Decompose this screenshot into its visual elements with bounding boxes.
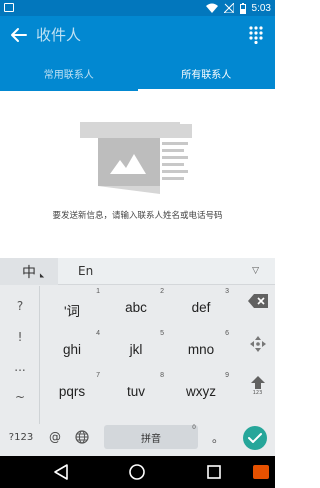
ime-chinese-toggle[interactable]: 中 [0, 258, 58, 285]
signal-off-icon [223, 3, 234, 13]
key-3[interactable]: def 3 [171, 288, 231, 326]
ime-menu-indicator-icon [37, 273, 45, 280]
key-number: 8 [160, 372, 164, 379]
shift-key[interactable]: 123 [240, 376, 275, 396]
contact-tabs: 常用联系人 所有联系人 [0, 55, 275, 91]
key-label: wxyz [186, 384, 216, 399]
space-label: 拼音 [141, 433, 161, 445]
keyboard-toolbar: 中 En ▽ [0, 258, 275, 285]
dialpad-icon[interactable] [249, 26, 263, 44]
cursor-move-key[interactable] [240, 336, 275, 352]
enter-key[interactable] [243, 426, 267, 450]
key-label: def [191, 300, 211, 315]
enter-check-icon [248, 433, 262, 443]
key-label: '词 [63, 304, 81, 319]
space-number: 0 [192, 424, 196, 431]
key-number: 7 [96, 372, 100, 379]
key-number: 5 [160, 330, 164, 337]
period-key[interactable]: 。 [206, 418, 230, 456]
key-number: 1 [96, 288, 100, 295]
backspace-key[interactable] [240, 294, 275, 308]
symbols-key[interactable]: ?123 [2, 418, 40, 456]
side-key-tilde[interactable]: ~ [0, 390, 40, 404]
action-column: 123 [240, 286, 275, 424]
navigation-bar [0, 456, 275, 488]
key-number: 3 [225, 288, 229, 295]
no-messages-illustration [80, 122, 192, 194]
globe-icon [75, 430, 89, 444]
status-time: 5:03 [251, 2, 271, 14]
key-number: 4 [96, 330, 100, 337]
key-label: abc [125, 300, 147, 315]
back-arrow-icon[interactable] [8, 24, 30, 46]
recipient-input[interactable] [36, 23, 226, 47]
cursor-move-icon [249, 336, 266, 352]
image-notification-icon [4, 3, 14, 12]
key-label: mno [187, 342, 215, 357]
ime-english-toggle[interactable]: En [78, 264, 93, 278]
keyboard-bottom-row: ?123 @ 拼音 0 。 [0, 418, 275, 456]
app-badge-icon [253, 465, 269, 479]
key-number: 2 [160, 288, 164, 295]
key-label: ghi [62, 342, 81, 357]
shift-hint: 123 [252, 390, 263, 396]
backspace-icon [247, 294, 268, 308]
nav-home-icon[interactable] [128, 463, 146, 481]
key-2[interactable]: abc 2 [106, 288, 166, 326]
key-6[interactable]: mno 6 [171, 330, 231, 368]
key-1[interactable]: '词 1 [42, 288, 102, 326]
globe-key[interactable] [70, 418, 94, 456]
key-number: 6 [225, 330, 229, 337]
battery-icon [239, 2, 246, 14]
ime-chinese-label: 中 [22, 264, 36, 281]
key-label: tuv [126, 384, 145, 399]
key-5[interactable]: jkl 5 [106, 330, 166, 368]
key-7[interactable]: pqrs 7 [42, 372, 102, 410]
side-key-question[interactable]: ? [0, 299, 40, 313]
punctuation-column: ? ! ... ~ [0, 286, 40, 424]
side-key-ellipsis[interactable]: ... [0, 360, 40, 374]
empty-hint-text: 要发送新信息，请输入联系人姓名或电话号码 [52, 211, 223, 221]
collapse-keyboard-icon[interactable]: ▽ [252, 266, 259, 276]
tab-frequent-contacts[interactable]: 常用联系人 [0, 55, 138, 91]
key-9[interactable]: wxyz 9 [171, 372, 231, 410]
at-key[interactable]: @ [44, 418, 66, 456]
space-key[interactable]: 拼音 0 [104, 424, 198, 449]
key-label: pqrs [58, 384, 86, 399]
status-bar: 5:03 [0, 0, 275, 16]
shift-icon [250, 376, 265, 389]
side-key-exclaim[interactable]: ! [0, 330, 40, 344]
nav-recents-icon[interactable] [205, 463, 223, 481]
keyboard: 中 En ▽ ? ! ... ~ '词 1 abc 2 def 3 ghi 4 … [0, 258, 275, 456]
key-label: jkl [129, 342, 143, 357]
tab-all-contacts[interactable]: 所有联系人 [137, 55, 276, 91]
nav-back-icon[interactable] [52, 463, 70, 481]
key-4[interactable]: ghi 4 [42, 330, 102, 368]
key-8[interactable]: tuv 8 [106, 372, 166, 410]
key-number: 9 [225, 372, 229, 379]
wifi-icon [205, 3, 218, 13]
app-bar [0, 16, 275, 55]
